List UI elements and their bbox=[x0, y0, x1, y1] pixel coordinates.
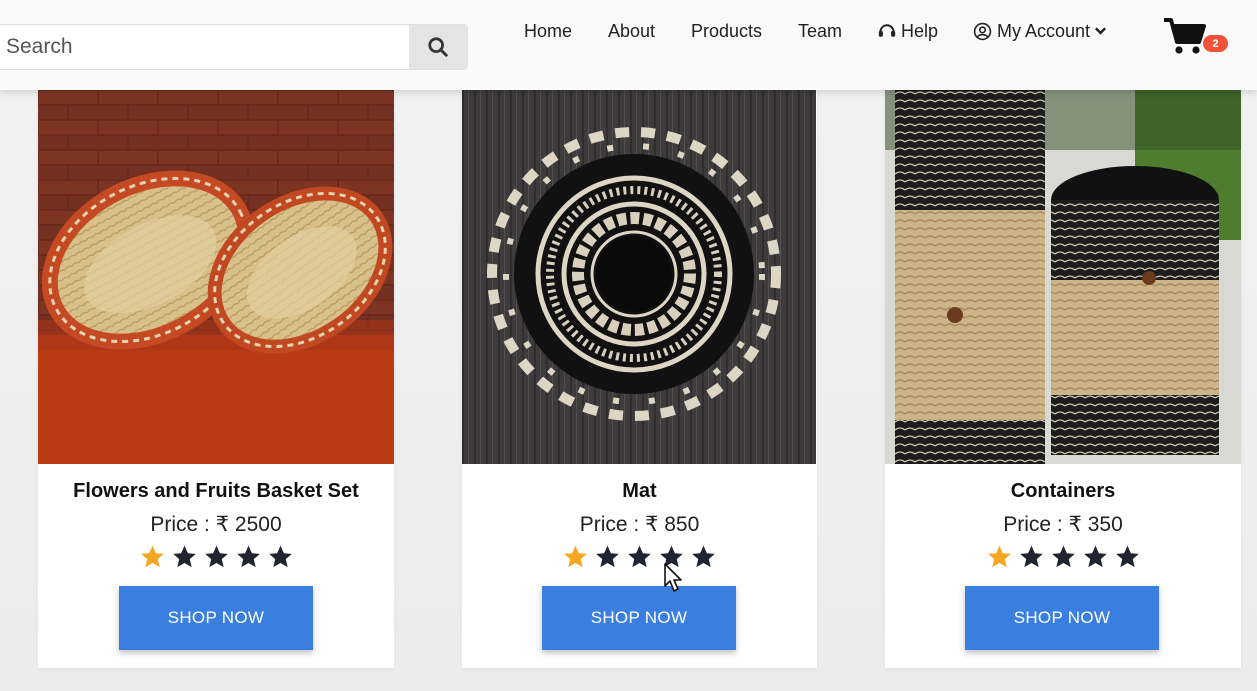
product-price: Price : ₹ 350 bbox=[1003, 513, 1123, 536]
headset-icon bbox=[878, 24, 896, 37]
shop-now-button[interactable]: SHOP NOW bbox=[119, 586, 313, 650]
star-empty-icon bbox=[1051, 545, 1075, 568]
nav-about[interactable]: About bbox=[608, 20, 655, 42]
search-icon bbox=[428, 37, 448, 57]
nav-home[interactable]: Home bbox=[524, 20, 572, 42]
star-filled-icon bbox=[987, 545, 1011, 568]
product-title: Flowers and Fruits Basket Set bbox=[73, 480, 359, 502]
product-image-containers[interactable] bbox=[885, 90, 1241, 464]
star-empty-icon bbox=[268, 545, 292, 568]
search-input[interactable] bbox=[6, 25, 406, 69]
cart-button[interactable]: 2 bbox=[1163, 16, 1233, 60]
chevron-down-icon bbox=[1095, 27, 1107, 35]
product-card: Flowers and Fruits Basket Set Price : ₹ … bbox=[38, 90, 394, 668]
nav-help[interactable]: Help bbox=[877, 20, 938, 42]
product-image-basket-set[interactable] bbox=[38, 90, 394, 464]
rating-stars bbox=[462, 544, 817, 570]
product-title: Mat bbox=[622, 480, 657, 502]
product-image-mat[interactable] bbox=[462, 90, 816, 464]
product-card: Mat Price : ₹ 850 SHOP NOW bbox=[462, 90, 817, 668]
nav-help-label: Help bbox=[901, 20, 939, 41]
product-title: Containers bbox=[1010, 480, 1116, 502]
star-empty-icon bbox=[204, 545, 228, 568]
search-bar bbox=[0, 24, 468, 70]
star-filled-icon bbox=[140, 545, 164, 568]
mouse-cursor-icon bbox=[664, 563, 682, 592]
shop-now-button[interactable]: SHOP NOW bbox=[965, 586, 1159, 650]
star-empty-icon bbox=[1115, 545, 1139, 568]
product-card: Containers Price : ₹ 350 SHOP NOW bbox=[885, 90, 1241, 668]
product-price: Price : ₹ 850 bbox=[579, 513, 700, 536]
star-empty-icon bbox=[692, 545, 715, 568]
search-button[interactable] bbox=[409, 25, 467, 69]
top-navbar: Home About Products Team Help My Account… bbox=[0, 0, 1257, 90]
shopping-cart-icon bbox=[1164, 18, 1206, 54]
shop-now-button[interactable]: SHOP NOW bbox=[542, 586, 736, 650]
star-empty-icon bbox=[628, 545, 651, 568]
rating-stars bbox=[885, 544, 1241, 570]
star-filled-icon bbox=[564, 545, 587, 568]
user-circle-icon bbox=[973, 22, 992, 40]
nav-my-account[interactable]: My Account bbox=[973, 20, 1107, 42]
product-price: Price : ₹ 2500 bbox=[150, 513, 282, 536]
nav-my-account-label: My Account bbox=[997, 20, 1091, 41]
nav-team[interactable]: Team bbox=[798, 20, 842, 42]
star-empty-icon bbox=[596, 545, 619, 568]
rating-stars bbox=[38, 544, 394, 570]
star-empty-icon bbox=[236, 545, 260, 568]
star-empty-icon bbox=[1083, 545, 1107, 568]
cart-count-badge: 2 bbox=[1203, 35, 1228, 52]
nav-products[interactable]: Products bbox=[691, 20, 762, 42]
star-empty-icon bbox=[172, 545, 196, 568]
star-empty-icon bbox=[1019, 545, 1043, 568]
